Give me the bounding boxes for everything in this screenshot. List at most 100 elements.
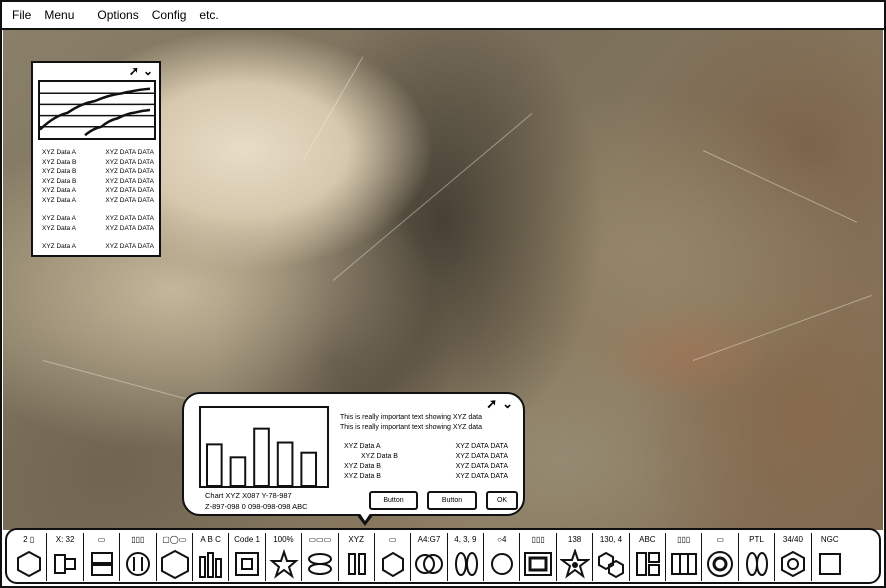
row-value: XYZ DATA DATA <box>455 443 508 450</box>
list-item: XYZ Data A XYZ DATA DATA <box>42 196 154 206</box>
list-item: XYZ Data B XYZ DATA DATA <box>42 167 154 177</box>
row-value: XYZ DATA DATA <box>105 149 154 156</box>
data-panel-bottom: ➚ ⌄ Chart XYZ X087 Y-78-987 Z-897-098 0 … <box>182 392 525 516</box>
chart-caption-secondary: Z-897-098 0 098-098-098 ABC <box>205 502 308 511</box>
tool-label: XYZ <box>348 535 364 544</box>
ok-button[interactable]: OK <box>486 491 518 510</box>
row-value: XYZ DATA DATA <box>105 224 154 232</box>
tool-button-13[interactable]: 4, 3, 9 <box>448 533 485 581</box>
tool-button-11[interactable]: ▭ <box>375 533 412 581</box>
list-item: XYZ Data B XYZ DATA DATA <box>344 472 508 482</box>
tool-label: Code 1 <box>234 535 260 544</box>
menu-menu[interactable]: Menu <box>44 8 74 22</box>
tool-label: ▭ <box>97 535 106 544</box>
tool-button-16[interactable]: 138 <box>557 533 594 581</box>
tool-button-5[interactable]: ▢◯▭ <box>157 533 193 581</box>
bar-4 <box>276 441 294 487</box>
bar-3 <box>253 427 270 487</box>
chevron-down-icon[interactable]: ⌄ <box>143 65 153 77</box>
list-item: XYZ Data B XYZ DATA DATA <box>344 452 508 462</box>
row-value: XYZ DATA DATA <box>105 177 154 185</box>
tool-button-4[interactable]: ▯▯▯ <box>120 533 157 581</box>
tool-button-20[interactable]: ▭ <box>702 533 739 581</box>
bar-1 <box>206 443 223 487</box>
bar-2 <box>229 456 247 487</box>
list-item: XYZ Data A XYZ DATA DATA <box>42 148 154 158</box>
tool-button-6[interactable]: A B C <box>193 533 230 581</box>
tool-button-2[interactable]: X: 32 <box>47 533 84 581</box>
important-text: This is really important text showing XY… <box>340 413 482 432</box>
row-label: XYZ Data A <box>42 149 76 156</box>
row-label: XYZ Data B <box>344 473 381 480</box>
tool-label: ▭ <box>388 535 397 544</box>
tool-label: 100% <box>273 535 294 544</box>
tool-button-15[interactable]: ▯▯▯ <box>520 533 557 581</box>
row-label: XYZ Data A <box>42 215 76 222</box>
list-item: XYZ Data A XYZ DATA DATA <box>42 242 154 252</box>
tool-button-22[interactable]: 34/40 <box>775 533 812 581</box>
row-value: XYZ DATA DATA <box>105 243 154 250</box>
row-label: XYZ Data A <box>42 187 76 194</box>
data-list: XYZ Data A XYZ DATA DATA XYZ Data B XYZ DA… <box>344 442 508 482</box>
tool-button-9[interactable]: ▭▭▭ <box>302 533 339 581</box>
tool-button-18[interactable]: ABC <box>630 533 667 581</box>
row-label: XYZ Data B <box>42 168 77 175</box>
tool-button-19[interactable]: ▯▯▯ <box>666 533 703 581</box>
tool-label: PTL <box>749 535 764 544</box>
chevron-down-icon[interactable]: ⌄ <box>502 397 513 410</box>
expand-icon[interactable]: ➚ <box>486 397 497 410</box>
menu-bar: File Menu Options Config etc. <box>2 2 884 30</box>
menu-config[interactable]: Config <box>152 8 187 22</box>
list-item: XYZ Data B XYZ DATA DATA <box>344 462 508 472</box>
tool-button-21[interactable]: PTL <box>739 533 776 581</box>
bar-5 <box>300 451 318 487</box>
list-item: XYZ Data A XYZ DATA DATA <box>42 186 154 196</box>
tool-label: ○4 <box>497 535 507 544</box>
list-item: XYZ Data A XYZ DATA DATA <box>42 224 154 234</box>
action-button-1[interactable]: Button <box>369 491 418 510</box>
row-label: XYZ Data B <box>42 177 77 185</box>
line-chart <box>38 80 156 140</box>
tool-label: NGC <box>820 535 839 544</box>
important-line: This is really important text showing XY… <box>340 423 483 431</box>
row-value: XYZ DATA DATA <box>455 463 508 470</box>
important-line: This is really important text showing XY… <box>340 414 483 421</box>
tool-label: ▭ <box>716 535 724 544</box>
row-label: XYZ Data B <box>42 158 77 166</box>
row-label: XYZ Data A <box>42 243 76 250</box>
row-label: XYZ Data A <box>42 224 76 232</box>
tool-label: ▢◯▭ <box>162 535 187 544</box>
menu-etc[interactable]: etc. <box>199 8 218 22</box>
button-group: Button Button OK <box>369 491 518 510</box>
tool-button-1[interactable]: 2 ▯ <box>11 533 48 581</box>
data-panel-top: ➚ ⌄ XYZ Data A XYZ DATA DATA XYZ Data B XY… <box>31 61 161 257</box>
tool-button-23[interactable]: NGC <box>812 533 848 581</box>
row-value: XYZ DATA DATA <box>455 453 508 460</box>
tool-label: A4:G7 <box>417 535 441 544</box>
row-value: XYZ DATA DATA <box>105 196 154 204</box>
row-value: XYZ DATA DATA <box>105 168 154 175</box>
tool-button-14[interactable]: ○4 <box>484 533 521 581</box>
menu-options[interactable]: Options <box>97 8 138 22</box>
panel-pointer <box>356 512 374 526</box>
tool-button-3[interactable]: ▭ <box>84 533 121 581</box>
data-list: XYZ Data A XYZ DATA DATA XYZ Data B XYZ DA… <box>42 148 154 252</box>
tool-button-17[interactable]: 130, 4 <box>593 533 630 581</box>
row-value: XYZ DATA DATA <box>105 158 154 166</box>
row-value: XYZ DATA DATA <box>105 187 154 194</box>
list-item: XYZ Data A XYZ DATA DATA <box>344 442 508 452</box>
expand-icon[interactable]: ➚ <box>129 65 139 77</box>
row-value: XYZ DATA DATA <box>105 215 154 222</box>
tool-label: 2 ▯ <box>23 535 35 544</box>
action-button-2[interactable]: Button <box>427 491 477 510</box>
tool-label: X: 32 <box>55 535 75 544</box>
toolbar: 2 ▯ X: 32 ▭ ▯▯▯ ▢◯▭ A B C Code 1 100% ▭▭▭ XYZ ▭ A4:… <box>5 528 881 584</box>
tool-button-7[interactable]: Code 1 <box>229 533 266 581</box>
menu-file[interactable]: File <box>12 8 31 22</box>
tool-label: 4, 3, 9 <box>454 535 477 544</box>
list-item: XYZ Data A XYZ DATA DATA <box>42 214 154 224</box>
tool-button-10[interactable]: XYZ <box>339 533 375 581</box>
tool-button-8[interactable]: 100% <box>266 533 303 581</box>
row-label: XYZ Data A <box>42 196 76 204</box>
tool-button-12[interactable]: A4:G7 <box>411 533 448 581</box>
